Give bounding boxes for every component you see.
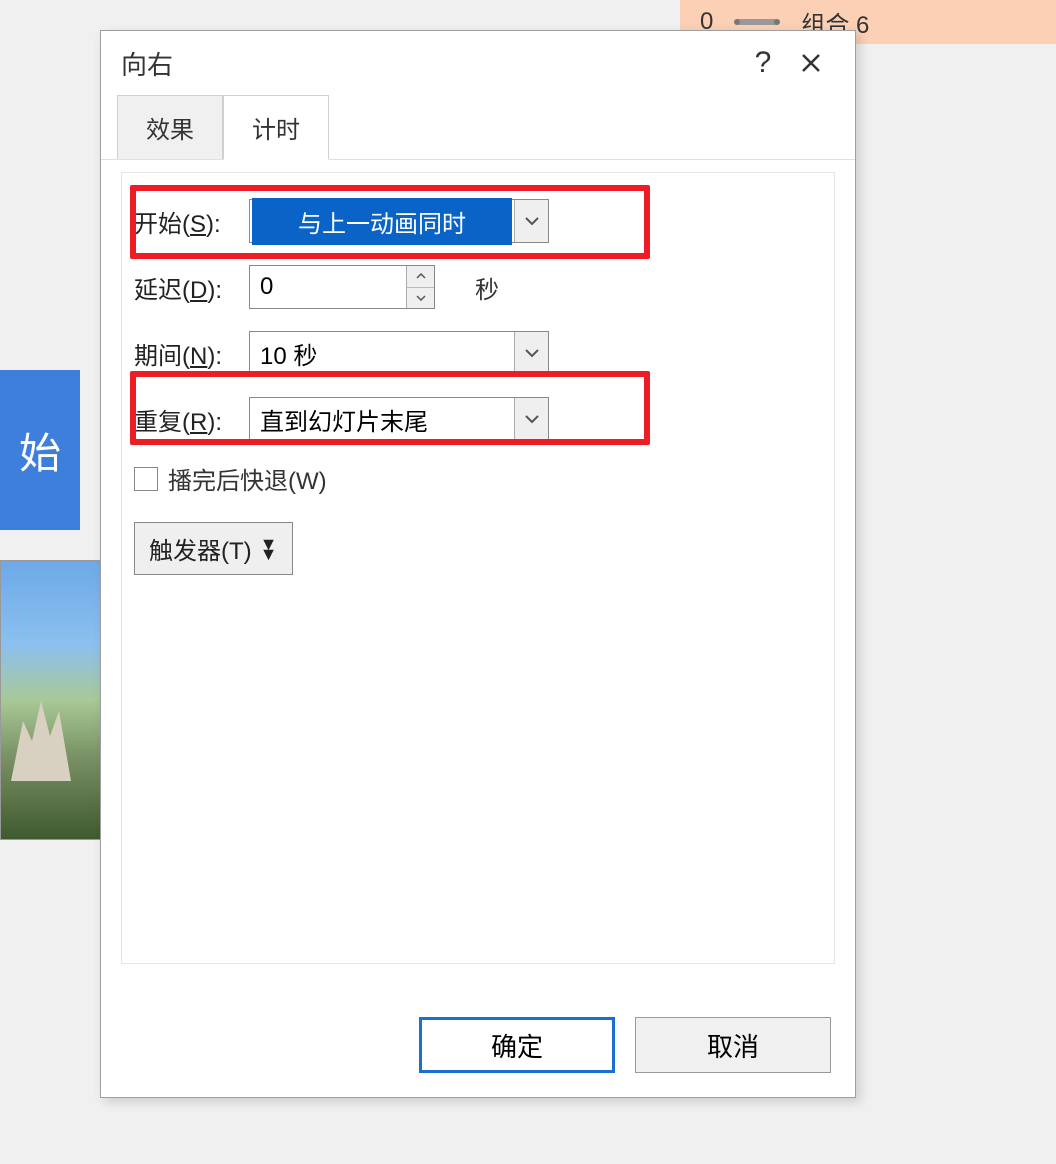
chevron-down-icon[interactable] [514, 200, 548, 242]
tab-effect[interactable]: 效果 [117, 95, 223, 159]
delay-spinner[interactable]: 0 [249, 265, 435, 309]
delay-value: 0 [250, 273, 406, 301]
dialog-title: 向右 [121, 45, 739, 82]
repeat-value: 直到幻灯片末尾 [250, 402, 514, 437]
start-value: 与上一动画同时 [252, 198, 512, 245]
trigger-button[interactable]: 触发器(T) ▼▼ [134, 522, 293, 575]
chevron-down-icon[interactable] [514, 332, 548, 374]
start-combobox[interactable]: 与上一动画同时 [249, 199, 549, 243]
repeat-label: 重复(R): [134, 402, 249, 437]
rewind-checkbox-row[interactable]: 播完后快退(W) [134, 461, 822, 496]
chevron-down-icon[interactable] [514, 398, 548, 440]
close-icon [799, 51, 823, 75]
repeat-combobox[interactable]: 直到幻灯片末尾 [249, 397, 549, 441]
timing-panel: 开始(S): 与上一动画同时 延迟(D): 0 [121, 172, 835, 964]
slide-thumbnail [0, 560, 106, 840]
delay-label: 延迟(D): [134, 270, 249, 305]
delay-unit: 秒 [475, 270, 499, 305]
animation-connector-icon [737, 19, 777, 25]
rewind-label: 播完后快退(W) [168, 461, 327, 496]
cancel-button[interactable]: 取消 [635, 1017, 831, 1073]
duration-combobox[interactable]: 10 秒 [249, 331, 549, 375]
slide-element-fragment: 始 [0, 370, 80, 530]
start-label: 开始(S): [134, 204, 249, 239]
help-button[interactable]: ? [739, 39, 787, 87]
duration-value: 10 秒 [250, 336, 514, 371]
tab-timing[interactable]: 计时 [223, 95, 329, 160]
animation-options-dialog: 向右 ? 效果 计时 开始(S): 与上一动画同时 [100, 30, 856, 1098]
spin-up-icon[interactable] [407, 266, 434, 288]
duration-label: 期间(N): [134, 336, 249, 371]
dialog-tabstrip: 效果 计时 [101, 95, 855, 160]
dialog-titlebar: 向右 ? [101, 31, 855, 95]
double-chevron-down-icon: ▼▼ [260, 539, 278, 559]
close-button[interactable] [787, 39, 835, 87]
rewind-checkbox[interactable] [134, 467, 158, 491]
dialog-footer: 确定 取消 [419, 1017, 831, 1073]
trigger-label: 触发器(T) [149, 531, 252, 566]
ok-button[interactable]: 确定 [419, 1017, 615, 1073]
spin-down-icon[interactable] [407, 288, 434, 309]
